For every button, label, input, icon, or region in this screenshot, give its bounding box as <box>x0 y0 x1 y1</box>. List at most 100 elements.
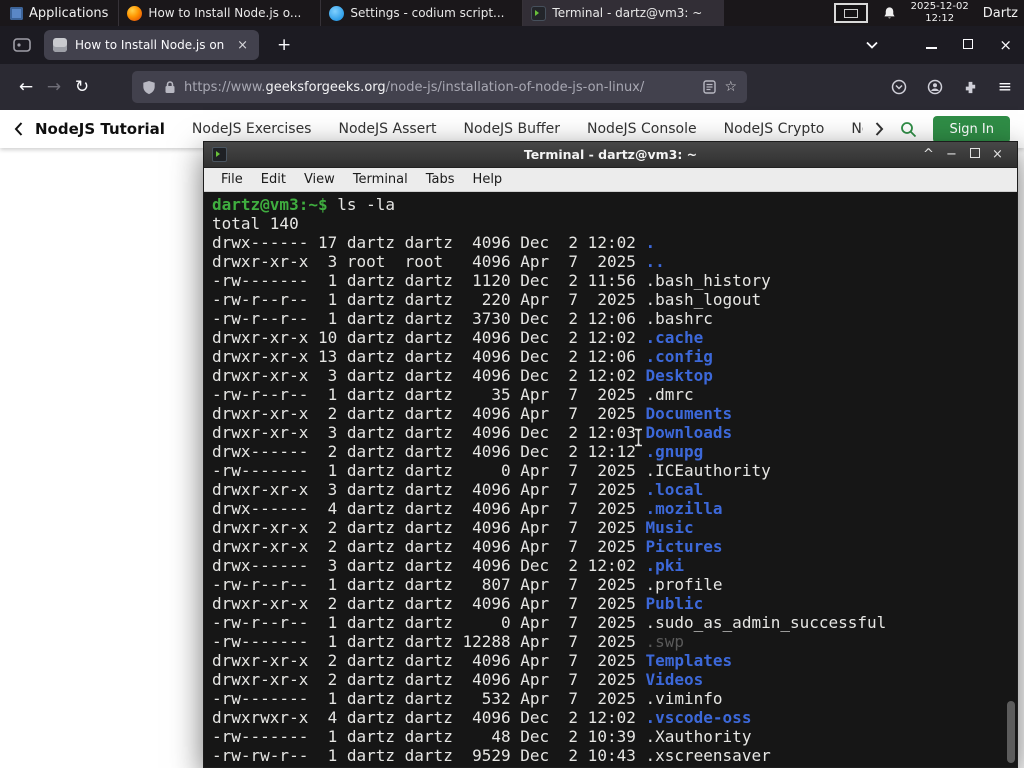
terminal-menu-item[interactable]: File <box>212 168 252 191</box>
terminal-line: drwxr-xr-x 2 dartz dartz 4096 Apr 7 2025… <box>212 670 1017 689</box>
taskbar-button[interactable]: Terminal - dartz@vm3: ~ <box>522 0 725 26</box>
terminal-maximize-button[interactable] <box>963 143 986 167</box>
file-name: Templates <box>645 651 733 670</box>
clock-date: 2025-12-02 <box>910 1 969 12</box>
terminal-line: drwxr-xr-x 3 dartz dartz 4096 Dec 2 12:0… <box>212 366 1017 385</box>
taskbar-button[interactable]: Settings - codium script... <box>320 0 522 26</box>
file-name: .bashrc <box>645 309 713 328</box>
file-name: Pictures <box>645 537 723 556</box>
gfg-nav-item[interactable]: NodeJS Buffer <box>464 121 561 137</box>
file-name: .profile <box>645 575 723 594</box>
terminal-app-icon <box>212 147 227 162</box>
file-meta: drwxr-xr-x 10 dartz dartz 4096 Dec 2 12:… <box>212 328 646 347</box>
gfg-nav-item[interactable]: NodeJS Console <box>587 121 697 137</box>
gfg-nav-item[interactable]: NodeJS Crypto <box>724 121 825 137</box>
reader-mode-icon[interactable] <box>703 80 717 94</box>
browser-tab[interactable]: How to Install Node.js on × <box>44 30 259 60</box>
window-minimize-button[interactable] <box>926 38 938 53</box>
hamburger-menu-icon[interactable]: ≡ <box>998 77 1012 97</box>
taskbar-button[interactable]: How to Install Node.js o... <box>118 0 320 26</box>
file-name: .local <box>645 480 704 499</box>
terminal-titlebar[interactable]: Terminal - dartz@vm3: ~ ^ − × <box>204 142 1017 168</box>
terminal-line: -rw-r--r-- 1 dartz dartz 220 Apr 7 2025 … <box>212 290 1017 309</box>
gfg-nav-item[interactable]: NodeJS Exercises <box>192 121 312 137</box>
tabstrip-controls: × <box>866 36 1024 54</box>
window-close-button[interactable]: × <box>999 36 1012 54</box>
tray-display-icon[interactable] <box>833 3 868 23</box>
terminal-minimize-button[interactable]: − <box>940 143 963 167</box>
file-name: .viminfo <box>645 689 723 708</box>
terminal-line: -rw-r--r-- 1 dartz dartz 3730 Dec 2 12:0… <box>212 309 1017 328</box>
terminal-line: -rw-r--r-- 1 dartz dartz 0 Apr 7 2025 .s… <box>212 613 1017 632</box>
applications-menu[interactable]: Applications <box>0 0 118 26</box>
window-maximize-button[interactable] <box>963 38 974 53</box>
user-menu[interactable]: Dartz <box>983 6 1018 21</box>
file-meta: -rw-r--r-- 1 dartz dartz 3730 Dec 2 12:0… <box>212 309 646 328</box>
file-name: .. <box>645 252 665 271</box>
terminal-line: -rw-r--r-- 1 dartz dartz 35 Apr 7 2025 .… <box>212 385 1017 404</box>
file-name: .mozilla <box>645 499 723 518</box>
file-meta: drwx------ 17 dartz dartz 4096 Dec 2 12:… <box>212 233 646 252</box>
gfg-chevron-right-icon[interactable] <box>875 122 884 136</box>
terminal-line: -rw------- 1 dartz dartz 532 Apr 7 2025 … <box>212 689 1017 708</box>
gfg-search-icon[interactable] <box>900 121 917 138</box>
firefox-view-icon[interactable] <box>10 33 34 57</box>
terminal-line: drwx------ 2 dartz dartz 4096 Dec 2 12:1… <box>212 442 1017 461</box>
terminal-window: Terminal - dartz@vm3: ~ ^ − × File Edit Vi… <box>203 141 1018 768</box>
terminal-menu-item[interactable]: Help <box>464 168 512 191</box>
terminal-scrollbar-thumb[interactable] <box>1007 701 1015 763</box>
firefox-icon <box>127 5 143 21</box>
back-button[interactable]: ← <box>12 73 40 101</box>
new-tab-button[interactable]: + <box>271 35 297 55</box>
terminal-menu-item[interactable]: View <box>295 168 344 191</box>
terminal-line: -rw------- 1 dartz dartz 12288 Apr 7 202… <box>212 632 1017 651</box>
file-name: Downloads <box>645 423 733 442</box>
file-meta: drwxrwxr-x 4 dartz dartz 4096 Dec 2 12:0… <box>212 708 646 727</box>
ibeam-cursor <box>632 428 645 447</box>
terminal-menubar: File Edit View Terminal Tabs Help <box>204 168 1017 192</box>
file-meta: -rw-r--r-- 1 dartz dartz 807 Apr 7 2025 <box>212 575 646 594</box>
shield-icon[interactable] <box>142 80 156 95</box>
terminal-menu-item[interactable]: Tabs <box>417 168 464 191</box>
panel-clock[interactable]: 2025-12-02 12:12 <box>911 1 969 25</box>
terminal-close-button[interactable]: × <box>986 143 1009 167</box>
url-bar[interactable]: https://www.geeksforgeeks.org/node-js/in… <box>132 71 747 103</box>
pocket-icon[interactable] <box>891 79 907 95</box>
account-icon[interactable] <box>927 79 943 95</box>
terminal-line: drwxr-xr-x 13 dartz dartz 4096 Dec 2 12:… <box>212 347 1017 366</box>
gfg-nav-item[interactable]: NodeJS Tutorial <box>35 120 165 138</box>
file-meta: -rw------- 1 dartz dartz 1120 Dec 2 11:5… <box>212 271 646 290</box>
file-meta: drwxr-xr-x 3 dartz dartz 4096 Dec 2 12:0… <box>212 366 646 385</box>
file-meta: drwxr-xr-x 3 dartz dartz 4096 Apr 7 2025 <box>212 480 646 499</box>
terminal-line: -rw-rw-r-- 1 dartz dartz 9529 Dec 2 10:4… <box>212 746 1017 765</box>
terminal-window-controls: ^ − × <box>917 143 1009 167</box>
terminal-menu-item[interactable]: Terminal <box>344 168 417 191</box>
gfg-nav-item[interactable]: NodeJS DNS <box>851 121 863 137</box>
terminal-line: drwxr-xr-x 10 dartz dartz 4096 Dec 2 12:… <box>212 328 1017 347</box>
url-text: https://www.geeksforgeeks.org/node-js/in… <box>184 80 695 95</box>
terminal-line: drwx------ 3 dartz dartz 4096 Dec 2 12:0… <box>212 556 1017 575</box>
file-meta: -rw-r--r-- 1 dartz dartz 35 Apr 7 2025 <box>212 385 646 404</box>
list-all-tabs-chevron-down-icon[interactable] <box>866 41 879 49</box>
terminal-output[interactable]: dartz@vm3:~$ ls -la total 140 drwx------ 1… <box>204 192 1017 767</box>
terminal-menu-item[interactable]: Edit <box>252 168 295 191</box>
lock-icon[interactable] <box>164 80 176 94</box>
gfg-nav-item[interactable]: NodeJS Assert <box>338 121 436 137</box>
file-name: .vscode-oss <box>645 708 752 727</box>
terminal-shade-button[interactable]: ^ <box>917 143 940 167</box>
notification-bell-icon[interactable] <box>882 6 897 21</box>
taskbar: How to Install Node.js o... Settings - co… <box>118 0 725 26</box>
terminal-line: -rw------- 1 dartz dartz 1120 Dec 2 11:5… <box>212 271 1017 290</box>
navbar-right-icons: ≡ <box>891 77 1012 97</box>
file-meta: -rw-r--r-- 1 dartz dartz 220 Apr 7 2025 <box>212 290 646 309</box>
forward-button[interactable]: → <box>40 73 68 101</box>
sign-in-button[interactable]: Sign In <box>933 115 1010 143</box>
shell-prompt: dartz@vm3:~$ <box>212 195 338 214</box>
reload-button[interactable]: ↻ <box>68 73 96 101</box>
file-meta: drwx------ 4 dartz dartz 4096 Apr 7 2025 <box>212 499 646 518</box>
bookmark-star-icon[interactable]: ☆ <box>724 79 737 95</box>
terminal-line: drwxr-xr-x 2 dartz dartz 4096 Apr 7 2025… <box>212 518 1017 537</box>
tab-close-icon[interactable]: × <box>235 38 250 53</box>
gfg-chevron-left-icon[interactable] <box>14 122 23 136</box>
extensions-puzzle-icon[interactable] <box>963 80 978 95</box>
